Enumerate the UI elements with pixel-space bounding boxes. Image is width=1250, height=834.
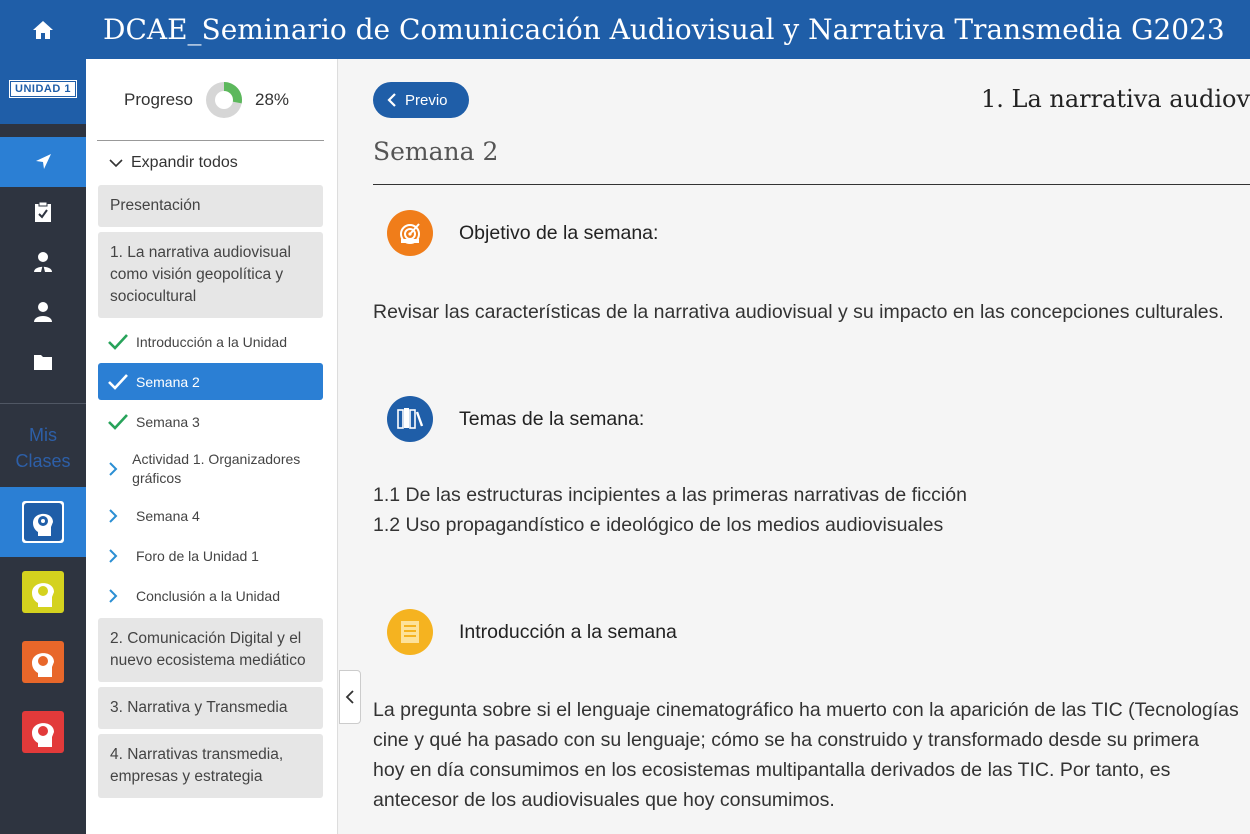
class-head-icon <box>22 571 64 613</box>
progress-label: Progreso <box>124 89 193 109</box>
expand-all-toggle[interactable]: Expandir todos <box>86 141 337 185</box>
rail-files[interactable] <box>0 337 86 387</box>
check-icon <box>108 334 128 350</box>
unit1-item-semana-2[interactable]: Semana 2 <box>98 363 323 400</box>
progress-pie <box>205 81 242 118</box>
navigation-arrow-icon <box>36 154 51 169</box>
collapse-sidebar-button[interactable] <box>339 670 361 724</box>
class-item-4[interactable] <box>0 697 86 767</box>
rail-tasks[interactable] <box>0 187 86 237</box>
section-presentacion[interactable]: Presentación <box>98 185 323 227</box>
chevron-right-icon <box>109 509 118 523</box>
left-rail: UNIDAD 1 Mis Clases <box>0 59 86 834</box>
section-unidad-4[interactable]: 4. Narrativas transmedia, empresas y est… <box>98 734 323 798</box>
topic-2: 1.2 Uso propagandístico e ideológico de … <box>373 514 944 536</box>
course-outline-sidebar: Progreso 28% Expandir todos Presentación… <box>86 59 338 834</box>
section-unidad-2[interactable]: 2. Comunicación Digital y el nuevo ecosi… <box>98 618 323 682</box>
class-head-icon <box>22 711 64 753</box>
title-divider <box>373 184 1250 185</box>
chevron-left-icon <box>387 93 396 107</box>
home-button[interactable] <box>0 0 86 59</box>
check-icon <box>108 414 128 430</box>
chevron-right-icon <box>109 549 118 563</box>
instructor-icon <box>34 252 52 273</box>
objective-heading: Objetivo de la semana: <box>459 221 659 244</box>
class-head-icon <box>22 501 64 543</box>
objective-text: Revisar las características de la narrat… <box>373 301 1224 323</box>
chevron-right-icon <box>109 589 118 603</box>
intro-line-1: La pregunta sobre si el lenguaje cinemat… <box>373 699 1239 721</box>
chevron-right-icon <box>109 462 118 476</box>
user-icon <box>34 302 52 322</box>
clipboard-check-icon <box>35 201 51 222</box>
home-icon <box>33 20 53 39</box>
topic-1: 1.1 De las estructuras incipientes a las… <box>373 484 967 506</box>
class-head-icon <box>22 641 64 683</box>
class-item-1[interactable] <box>0 487 86 557</box>
books-icon <box>387 396 433 442</box>
intro-line-3: hoy en día consumimos en los ecosistemas… <box>373 759 1171 781</box>
unit1-item-introduccion[interactable]: Introducción a la Unidad <box>98 322 323 362</box>
section-unidad-1[interactable]: 1. La narrativa audiovisual como visión … <box>98 232 323 318</box>
progress-percent: 28% <box>254 89 290 109</box>
rail-instructor[interactable] <box>0 237 86 287</box>
class-item-2[interactable] <box>0 557 86 627</box>
objective-heading-row: Objetivo de la semana: <box>387 210 658 256</box>
topics-heading: Temas de la semana: <box>459 407 645 430</box>
unit1-item-semana-3[interactable]: Semana 3 <box>98 402 323 442</box>
unit1-item-actividad-1[interactable]: Actividad 1. Organizadores gráficos <box>98 442 323 496</box>
intro-line-4: antecesor de los audiovisuales que hoy c… <box>373 789 835 811</box>
unit-selector[interactable]: UNIDAD 1 <box>0 59 86 124</box>
intro-line-2: cine y qué ha pasado con su lenguaje; có… <box>373 729 1199 751</box>
unit1-item-semana-4[interactable]: Semana 4 <box>98 496 323 536</box>
week-title: Semana 2 <box>373 137 499 166</box>
document-icon <box>387 609 433 655</box>
lesson-content: Previo 1. La narrativa audiovisual como … <box>339 59 1250 834</box>
unit-badge: UNIDAD 1 <box>9 80 77 98</box>
check-icon <box>108 373 128 390</box>
previous-button[interactable]: Previo <box>373 82 469 118</box>
top-bar: DCAE_Seminario de Comunicación Audiovisu… <box>0 0 1250 59</box>
rail-profile[interactable] <box>0 287 86 337</box>
rail-navigation[interactable] <box>0 137 86 187</box>
lesson-title: 1. La narrativa audiovisual como visión … <box>981 85 1250 113</box>
chevron-left-icon <box>345 690 354 704</box>
progress-row: Progreso 28% <box>97 59 324 141</box>
class-item-3[interactable] <box>0 627 86 697</box>
intro-heading: Introducción a la semana <box>459 620 677 643</box>
unit1-item-foro[interactable]: Foro de la Unidad 1 <box>98 536 323 576</box>
course-title: DCAE_Seminario de Comunicación Audiovisu… <box>103 13 1225 46</box>
folder-icon <box>34 355 52 370</box>
chevron-down-icon <box>109 159 123 168</box>
topics-heading-row: Temas de la semana: <box>387 396 644 442</box>
intro-heading-row: Introducción a la semana <box>387 609 677 655</box>
target-icon <box>387 210 433 256</box>
unit1-item-conclusion[interactable]: Conclusión a la Unidad <box>98 576 323 616</box>
mis-clases-label: Mis Clases <box>15 425 71 471</box>
section-unidad-3[interactable]: 3. Narrativa y Transmedia <box>98 687 323 729</box>
